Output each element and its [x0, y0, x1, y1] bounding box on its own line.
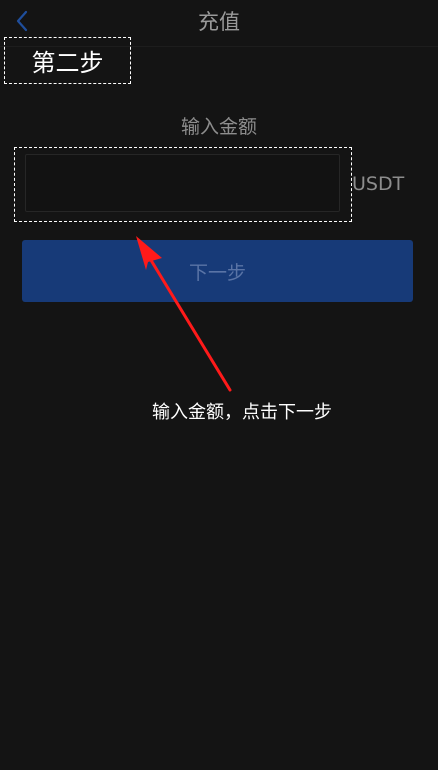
recharge-page: 充值 第二步 输入金额 USDT 下一步 输入金额，点击下一步: [0, 0, 438, 770]
amount-field-label: 输入金额: [180, 116, 257, 138]
page-title: 充值: [198, 10, 240, 34]
annotation-instruction: 输入金额，点击下一步: [152, 402, 332, 423]
next-step-button[interactable]: 下一步: [22, 240, 413, 302]
amount-input[interactable]: [25, 154, 340, 212]
currency-unit-label: USDT: [352, 173, 405, 195]
step-annotation-label: 第二步: [4, 37, 131, 84]
